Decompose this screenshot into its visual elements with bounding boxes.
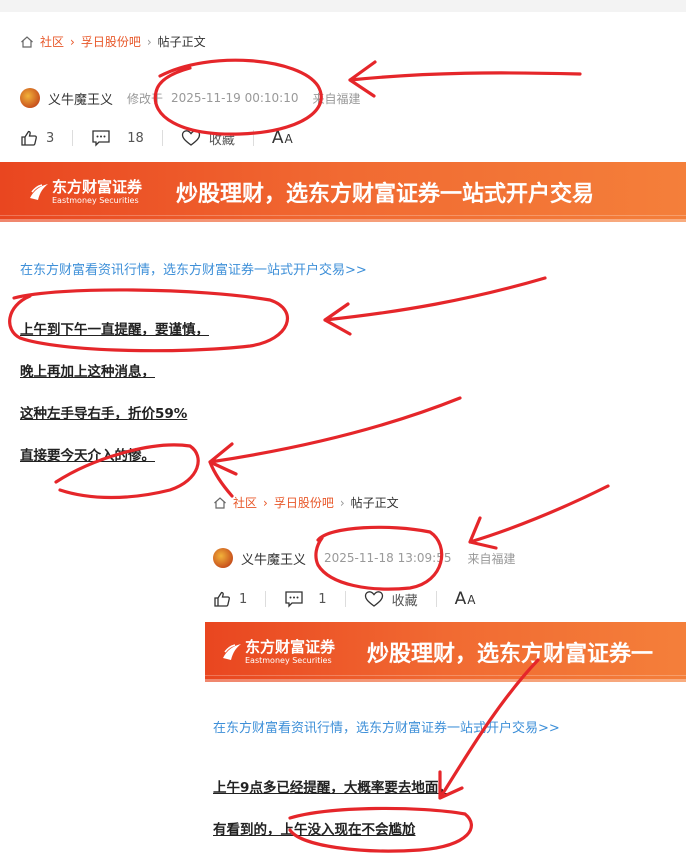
like-button[interactable]: 1	[213, 590, 247, 608]
favorite-label: 收藏	[391, 593, 418, 609]
banner-slogan: 炒股理财，选东方财富证券一	[367, 642, 654, 667]
author-name[interactable]: 义牛魔王义	[48, 89, 113, 108]
like-count: 1	[239, 591, 248, 607]
post-source: 来自福建	[312, 91, 361, 106]
annotation-arrow	[468, 484, 610, 550]
annotation-arrow	[208, 396, 462, 498]
font-size-icon-small: A	[284, 132, 293, 146]
breadcrumb-current: 帖子正文	[350, 496, 399, 510]
author-row: 义牛魔王义 修改于 2025-11-19 00:10:10 来自福建	[20, 88, 361, 108]
post-paragraph: 晚上再加上这种消息，	[20, 364, 155, 380]
font-size-icon: A	[454, 589, 467, 609]
comment-icon	[285, 591, 303, 608]
comment-button[interactable]: 18	[91, 129, 144, 147]
promo-link[interactable]: 在东方财富看资讯行情，选东方财富证券一站式开户交易>>	[213, 717, 560, 736]
promo-link[interactable]: 在东方财富看资讯行情，选东方财富证券一站式开户交易>>	[20, 259, 367, 278]
chevron-right-icon: ›	[263, 495, 268, 510]
post-paragraph: 直接要今天介入的惨。	[20, 448, 155, 464]
chevron-right-icon: ›	[146, 34, 152, 49]
home-icon	[214, 496, 226, 509]
chevron-right-icon: ›	[339, 495, 345, 510]
breadcrumb-bar[interactable]: 孚日股份吧	[274, 494, 334, 511]
top-divider	[0, 0, 686, 12]
divider	[435, 591, 437, 607]
author-name[interactable]: 义牛魔王义	[241, 549, 306, 568]
breadcrumb-bar[interactable]: 孚日股份吧	[81, 33, 141, 50]
action-bar: 3 18 收藏 AA	[20, 128, 293, 148]
post-source: 来自福建	[467, 551, 516, 566]
banner-stripe	[205, 679, 686, 682]
breadcrumb-current: 帖子正文	[157, 35, 206, 49]
post-timestamp: 2025-11-18 13:09:55	[324, 551, 452, 565]
favorite-label: 收藏	[208, 132, 235, 148]
post-paragraph: 有看到的，上午没入现在不会尴尬	[213, 822, 416, 838]
comment-button[interactable]: 1	[284, 590, 327, 608]
comment-icon	[92, 130, 110, 147]
comment-count: 1	[318, 591, 327, 607]
divider	[265, 591, 267, 607]
breadcrumb-2: 社区 › 孚日股份吧 › 帖子正文	[213, 494, 399, 511]
breadcrumb-community[interactable]: 社区	[233, 494, 257, 511]
breadcrumb-community[interactable]: 社区	[40, 33, 64, 50]
divider	[72, 130, 74, 146]
favorite-button[interactable]: 收藏	[181, 129, 235, 148]
font-size-button[interactable]: AA	[272, 128, 293, 148]
favorite-button[interactable]: 收藏	[364, 590, 418, 609]
annotation-arrow	[348, 60, 582, 98]
font-size-button[interactable]: AA	[455, 589, 476, 609]
banner-stripe	[205, 675, 686, 676]
action-bar-2: 1 1 收藏 AA	[213, 589, 475, 609]
avatar[interactable]	[213, 548, 233, 568]
avatar[interactable]	[20, 88, 40, 108]
font-size-icon-small: A	[467, 593, 476, 607]
post-paragraph: 上午9点多已经提醒，大概率要去地面，	[213, 780, 452, 796]
divider	[252, 130, 254, 146]
home-icon	[21, 35, 33, 48]
comment-count: 18	[127, 130, 144, 146]
eastmoney-logo-icon	[30, 184, 48, 200]
like-count: 3	[46, 130, 55, 146]
author-row-2: 义牛魔王义 2025-11-18 13:09:55 来自福建	[213, 548, 515, 568]
thumbs-up-icon	[21, 130, 37, 146]
annotation-arrow	[323, 276, 547, 336]
divider	[344, 591, 346, 607]
banner-stripe	[0, 219, 686, 222]
post-timestamp: 2025-11-19 00:10:10	[171, 91, 299, 105]
modified-label: 修改于	[127, 91, 164, 106]
banner-slogan: 炒股理财，选东方财富证券一站式开户交易	[176, 182, 595, 207]
heart-icon	[364, 591, 383, 607]
divider	[161, 130, 163, 146]
banner-logo-cn: 东方财富证券	[245, 638, 336, 656]
ad-banner[interactable]: 东方财富证券 Eastmoney Securities 炒股理财，选东方财富证券…	[0, 162, 686, 222]
post-paragraph: 这种左手导右手，折价59%	[20, 406, 188, 422]
heart-icon	[181, 130, 200, 146]
eastmoney-logo-icon	[223, 644, 241, 660]
post-paragraph: 上午到下午一直提醒，要谨慎，	[20, 322, 209, 338]
banner-logo-cn: 东方财富证券	[52, 178, 143, 196]
like-button[interactable]: 3	[20, 129, 54, 147]
banner-logo-en: Eastmoney Securities	[52, 196, 139, 205]
screenshot-root: 社区 › 孚日股份吧 › 帖子正文 义牛魔王义 修改于 2025-11-19 00…	[0, 0, 686, 858]
chevron-right-icon: ›	[70, 34, 75, 49]
font-size-icon: A	[271, 128, 284, 148]
ad-banner-2[interactable]: 东方财富证券 Eastmoney Securities 炒股理财，选东方财富证券…	[205, 622, 686, 682]
banner-logo-en: Eastmoney Securities	[245, 656, 332, 665]
breadcrumb: 社区 › 孚日股份吧 › 帖子正文	[20, 33, 206, 50]
thumbs-up-icon	[214, 591, 230, 607]
banner-stripe	[0, 215, 686, 216]
